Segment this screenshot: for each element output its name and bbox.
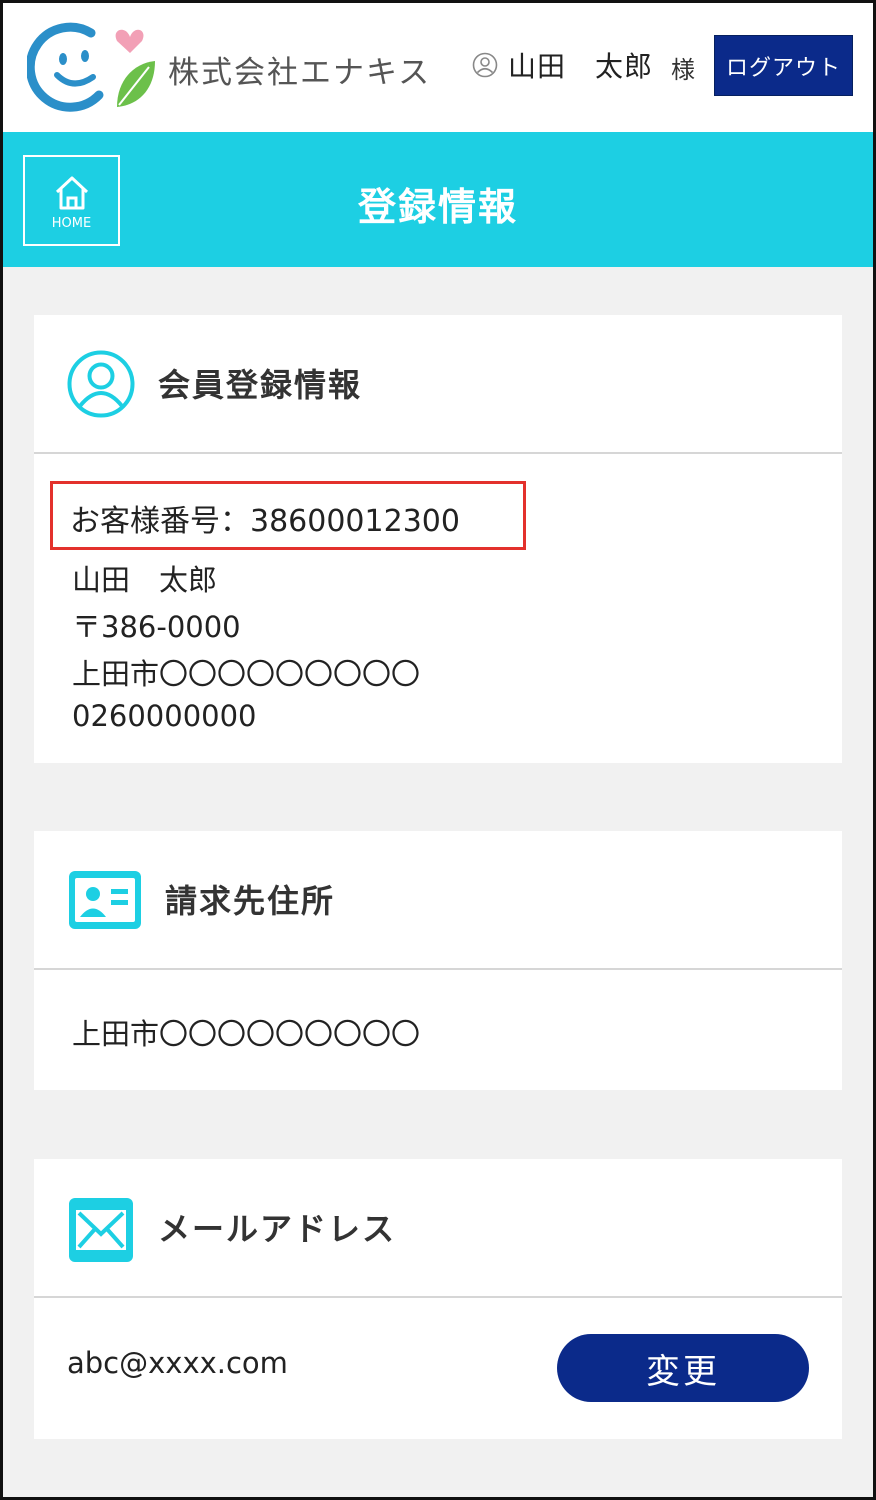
id-card-icon [69, 871, 141, 929]
site-header: 株式会社エナキス 山田 太郎 様 ログアウト [3, 3, 873, 132]
member-address: 上田市〇〇〇〇〇〇〇〇〇 [72, 657, 421, 691]
member-name: 山田 太郎 [72, 563, 218, 597]
billing-address-card: 請求先住所 上田市〇〇〇〇〇〇〇〇〇 [34, 831, 842, 1090]
email-header: メールアドレス [34, 1159, 842, 1298]
person-icon [67, 350, 135, 418]
billing-address-value: 上田市〇〇〇〇〇〇〇〇〇 [72, 1017, 421, 1051]
member-info-title: 会員登録情報 [158, 366, 363, 404]
billing-address-title: 請求先住所 [165, 882, 336, 920]
email-title: メールアドレス [158, 1210, 397, 1248]
company-name: 株式会社エナキス [168, 55, 432, 91]
company-logo [27, 22, 155, 112]
billing-address-header: 請求先住所 [34, 831, 842, 970]
customer-number: お客様番号：38600012300 [70, 504, 460, 539]
app-frame: 株式会社エナキス 山田 太郎 様 ログアウト HOME 登録情報 会員登録情報 … [0, 0, 876, 1500]
change-email-button[interactable]: 変更 [557, 1334, 809, 1402]
page-title: 登録情報 [357, 185, 518, 229]
postal-code: 〒386-0000 [72, 610, 241, 644]
user-icon [472, 52, 498, 78]
phone-number: 0260000000 [72, 699, 257, 733]
title-bar: HOME 登録情報 [3, 132, 873, 267]
member-info-header: 会員登録情報 [34, 315, 842, 454]
billing-address-body: 上田市〇〇〇〇〇〇〇〇〇 [34, 970, 842, 1088]
logout-button[interactable]: ログアウト [714, 35, 853, 96]
mail-icon [69, 1198, 133, 1262]
user-honorific: 様 [671, 56, 695, 84]
member-info-card: 会員登録情報 お客様番号：38600012300 山田 太郎 〒386-0000… [34, 315, 842, 763]
member-info-body: お客様番号：38600012300 山田 太郎 〒386-0000 上田市〇〇〇… [34, 454, 842, 761]
email-address: abc@xxxx.com [67, 1346, 288, 1380]
email-body: abc@xxxx.com 変更 [34, 1298, 842, 1437]
email-card: メールアドレス abc@xxxx.com 変更 [34, 1159, 842, 1439]
user-name: 山田 太郎 [508, 50, 654, 83]
